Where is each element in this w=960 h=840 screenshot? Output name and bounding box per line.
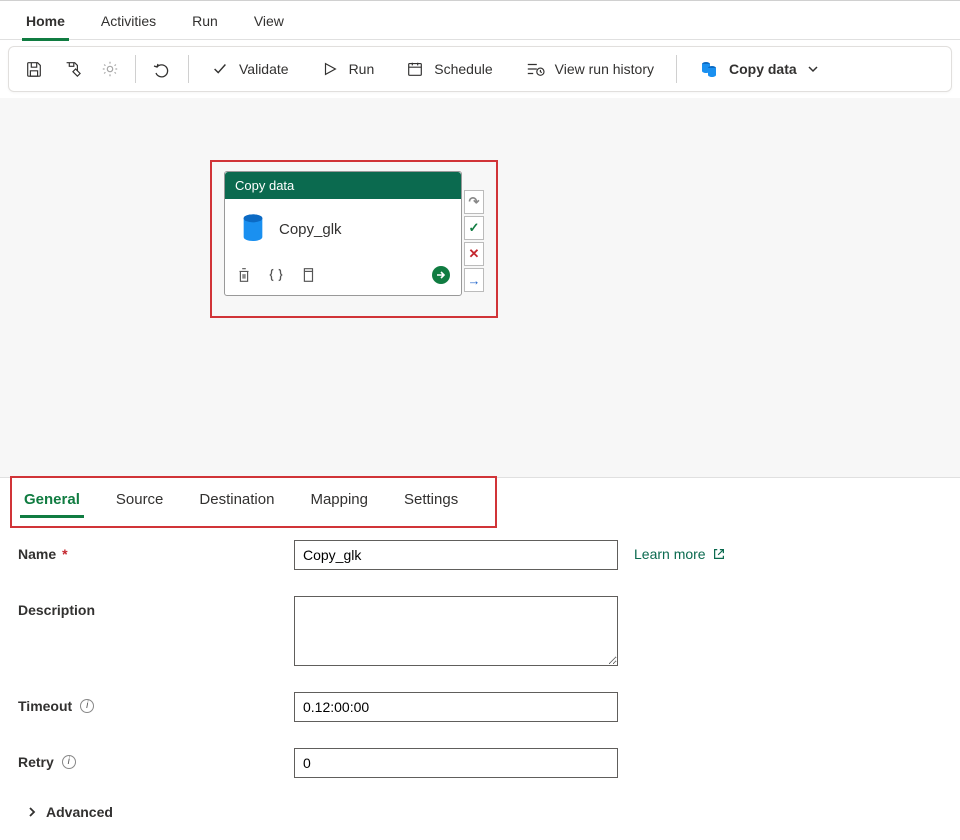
property-tabs: General Source Destination Mapping Setti…: [0, 478, 960, 520]
save-icon: [25, 60, 43, 78]
copy-data-label: Copy data: [729, 61, 797, 77]
chevron-down-icon: [807, 63, 819, 75]
history-label: View run history: [555, 61, 654, 77]
timeout-label: Timeout i: [18, 692, 294, 714]
copy-icon[interactable]: [299, 266, 317, 284]
run-activity-icon[interactable]: [431, 265, 451, 285]
advanced-toggle[interactable]: Advanced: [18, 804, 942, 820]
info-icon[interactable]: i: [80, 699, 94, 713]
save-as-button[interactable]: [55, 54, 89, 84]
property-panel: General Source Destination Mapping Setti…: [0, 478, 960, 840]
external-link-icon: [712, 547, 726, 561]
menu-tab-view[interactable]: View: [236, 1, 302, 41]
schedule-label: Schedule: [434, 61, 492, 77]
undo-icon: [152, 59, 172, 79]
pipeline-canvas[interactable]: Copy data Copy_glk ↷ ✓ ✕ →: [0, 98, 960, 478]
retry-label: Retry i: [18, 748, 294, 770]
run-label: Run: [349, 61, 375, 77]
tab-settings[interactable]: Settings: [388, 478, 474, 520]
handle-success[interactable]: ✓: [464, 216, 484, 240]
activity-name-label: Copy_glk: [279, 221, 342, 238]
tab-source[interactable]: Source: [100, 478, 180, 520]
toolbar-divider: [188, 55, 189, 83]
activity-type-label: Copy data: [225, 172, 461, 199]
settings-button[interactable]: [93, 54, 127, 84]
name-label: Name*: [18, 540, 294, 562]
gear-icon: [101, 60, 119, 78]
save-button[interactable]: [17, 54, 51, 84]
learn-more-link[interactable]: Learn more: [634, 540, 726, 562]
calendar-icon: [406, 60, 424, 78]
handle-completion[interactable]: →: [464, 268, 484, 292]
toolbar: Validate Run Schedule View run history C…: [8, 46, 952, 92]
delete-icon[interactable]: [235, 266, 253, 284]
handle-failure[interactable]: ✕: [464, 242, 484, 266]
menu-tab-activities[interactable]: Activities: [83, 1, 174, 41]
activity-output-handles: ↷ ✓ ✕ →: [464, 190, 484, 292]
database-icon: [239, 213, 267, 245]
required-indicator: *: [62, 546, 67, 562]
toolbar-divider: [135, 55, 136, 83]
tab-general[interactable]: General: [8, 478, 96, 520]
menu-tab-home[interactable]: Home: [8, 1, 83, 41]
handle-skip[interactable]: ↷: [464, 190, 484, 214]
schedule-button[interactable]: Schedule: [392, 54, 506, 84]
activity-body: Copy_glk: [225, 199, 461, 259]
code-braces-icon[interactable]: [267, 266, 285, 284]
toolbar-divider: [676, 55, 677, 83]
general-form: Name* Learn more Description Timeout i R…: [0, 520, 960, 820]
run-button[interactable]: Run: [307, 54, 389, 84]
chevron-right-icon: [26, 806, 38, 818]
activity-node[interactable]: Copy data Copy_glk: [224, 171, 462, 296]
view-run-history-button[interactable]: View run history: [511, 54, 668, 84]
description-label: Description: [18, 596, 294, 618]
copy-data-icon: [699, 59, 719, 79]
name-input[interactable]: [294, 540, 618, 570]
toolbar-container: Validate Run Schedule View run history C…: [0, 40, 960, 98]
activity-footer: [225, 259, 461, 295]
copy-data-activity-button[interactable]: Copy data: [685, 53, 833, 85]
menu-bar: Home Activities Run View: [0, 0, 960, 40]
save-as-icon: [63, 60, 81, 78]
undo-button[interactable]: [144, 53, 180, 85]
play-icon: [321, 60, 339, 78]
info-icon[interactable]: i: [62, 755, 76, 769]
tab-mapping[interactable]: Mapping: [294, 478, 384, 520]
check-icon: [211, 60, 229, 78]
menu-tab-run[interactable]: Run: [174, 1, 236, 41]
description-textarea[interactable]: [294, 596, 618, 666]
validate-button[interactable]: Validate: [197, 54, 303, 84]
retry-input[interactable]: [294, 748, 618, 778]
tab-destination[interactable]: Destination: [183, 478, 290, 520]
validate-label: Validate: [239, 61, 289, 77]
timeout-input[interactable]: [294, 692, 618, 722]
history-icon: [525, 60, 545, 78]
